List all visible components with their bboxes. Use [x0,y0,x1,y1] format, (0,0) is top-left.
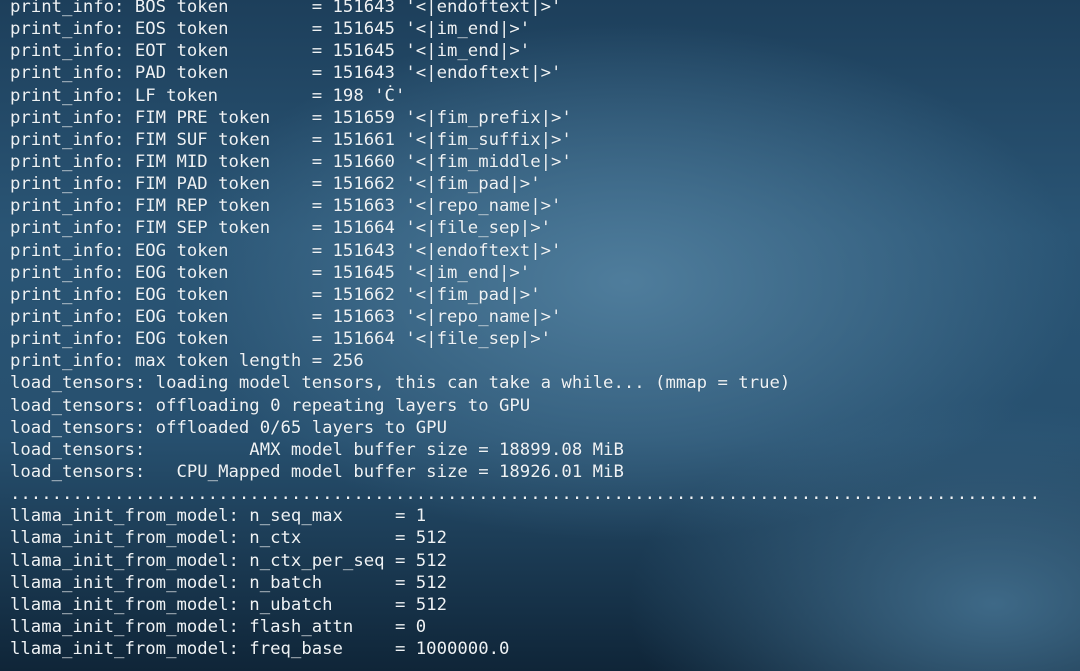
terminal-line: load_tensors: offloading 0 repeating lay… [10,395,531,416]
terminal-line: print_info: EOG token = 151643 '<|endoft… [10,240,562,261]
terminal-line: load_tensors: AMX model buffer size = 18… [10,439,624,460]
terminal-line: print_info: FIM MID token = 151660 '<|fi… [10,151,572,172]
terminal-line: load_tensors: loading model tensors, thi… [10,373,791,394]
terminal-line: load_tensors: CPU_Mapped model buffer si… [10,461,624,482]
terminal-line: print_info: FIM PAD token = 151662 '<|fi… [10,174,541,195]
terminal-line: print_info: EOG token = 151663 '<|repo_n… [10,306,562,327]
terminal-line: print_info: PAD token = 151643 '<|endoft… [10,63,562,84]
terminal-line: print_info: FIM SUF token = 151661 '<|fi… [10,129,572,150]
terminal-line: llama_init_from_model: n_ctx_per_seq = 5… [10,550,447,571]
progress-dots-line: ........................................… [10,484,1041,505]
terminal-line: llama_init_from_model: n_ubatch = 512 [10,594,447,615]
terminal-line: llama_init_from_model: n_batch = 512 [10,572,447,593]
terminal-line: load_tensors: offloaded 0/65 layers to G… [10,417,447,438]
terminal-line: print_info: FIM PRE token = 151659 '<|fi… [10,107,572,128]
terminal-line: print_info: EOG token = 151662 '<|fim_pa… [10,284,541,305]
terminal-line: llama_init_from_model: n_seq_max = 1 [10,506,427,527]
terminal-output[interactable]: print_info: BOS token = 151643 '<|endoft… [0,0,1080,671]
terminal-line: llama_init_from_model: freq_base = 10000… [10,639,510,660]
terminal-line: llama_init_from_model: n_ctx = 512 [10,528,447,549]
terminal-line: print_info: FIM REP token = 151663 '<|re… [10,196,562,217]
terminal-line: print_info: EOG token = 151664 '<|file_s… [10,329,552,350]
terminal-line: print_info: EOS token = 151645 '<|im_end… [10,19,531,40]
terminal-line: llama_init_from_model: flash_attn = 0 [10,616,427,637]
terminal-line: print_info: EOG token = 151645 '<|im_end… [10,262,531,283]
terminal-line: print_info: max token length = 256 [10,351,364,372]
terminal-line: print_info: LF token = 198 'Ċ' [10,85,406,106]
terminal-line: print_info: EOT token = 151645 '<|im_end… [10,41,531,62]
terminal-line: print_info: BOS token = 151643 '<|endoft… [10,0,562,17]
terminal-line: print_info: FIM SEP token = 151664 '<|fi… [10,218,552,239]
